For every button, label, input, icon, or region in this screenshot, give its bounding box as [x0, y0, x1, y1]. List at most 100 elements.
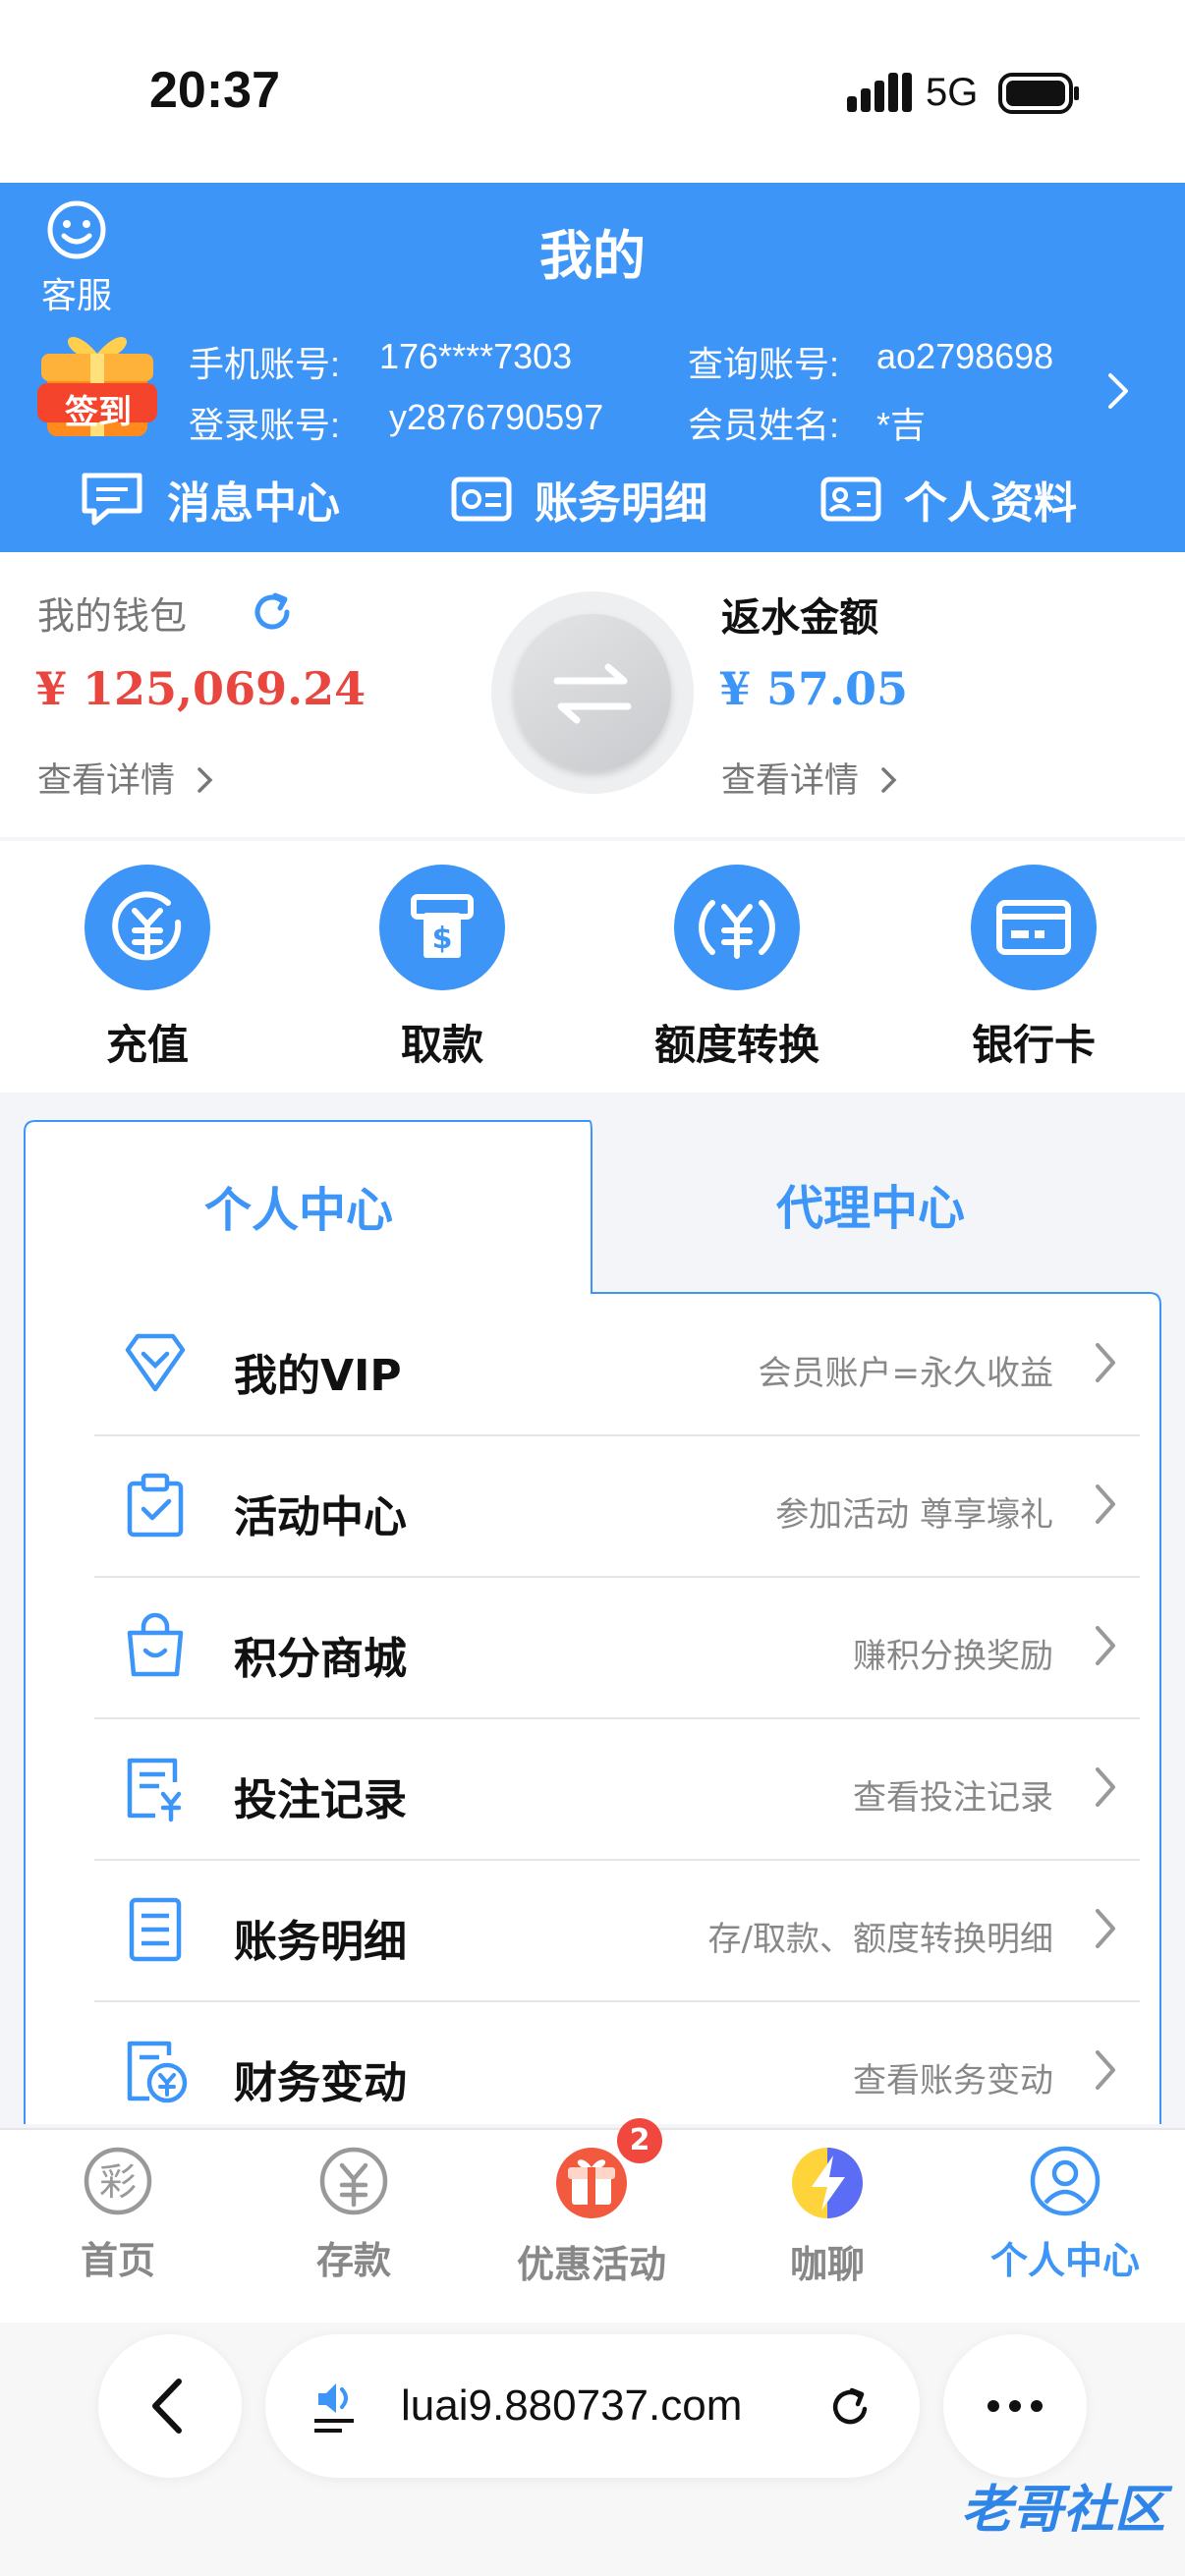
- menu-item-title: 活动中心: [234, 1492, 407, 1542]
- chevron-right-icon: [1096, 1626, 1115, 1665]
- checkin-label: 签到: [65, 393, 132, 432]
- quick-nav-ledger-label: 账务明细: [535, 478, 707, 529]
- bank-card-icon-circle: [971, 865, 1097, 990]
- phone-account-value: 176****7303: [379, 336, 573, 376]
- quick-nav-profile-label: 个人资料: [904, 478, 1077, 529]
- reload-icon[interactable]: [825, 2383, 875, 2433]
- watermark-logo: 老哥社区: [960, 2481, 1165, 2540]
- login-account-value: y2876790597: [389, 397, 604, 437]
- menu-item-account-details[interactable]: 账务明细 存/取款、额度转换明细: [94, 1859, 1140, 2002]
- customer-service-button[interactable]: 客服: [37, 198, 116, 318]
- bottom-nav-home-label: 首页: [80, 2239, 155, 2282]
- shopping-bag-icon: [127, 1612, 184, 1677]
- chevron-right-icon: [198, 767, 213, 793]
- wallet-detail-link[interactable]: 查看详情: [37, 753, 215, 803]
- menu-item-subtitle: 查看投注记录: [853, 1778, 1053, 1818]
- swap-button[interactable]: [491, 591, 694, 794]
- quick-nav-messages[interactable]: 消息中心: [79, 458, 340, 540]
- finance-doc-icon: [127, 2041, 188, 2103]
- bottom-nav-profile-label: 个人中心: [989, 2239, 1140, 2282]
- bottom-nav: 彩 首页 存款 优惠活动 咖聊 个人中心: [0, 2128, 1185, 2324]
- clipboard-check-icon: [127, 1473, 184, 1538]
- member-name-value: *吉: [876, 405, 927, 445]
- profile-header: 我的 客服 签到 手机账号: 176****7303 查询账号: ao27986…: [0, 183, 1185, 552]
- quick-nav-profile[interactable]: 个人资料: [819, 458, 1077, 540]
- menu-item-title: 投注记录: [234, 1775, 407, 1825]
- chevron-left-icon: [152, 2379, 182, 2434]
- checkin-button[interactable]: 签到: [33, 320, 161, 442]
- svg-text:彩: 彩: [99, 2160, 137, 2204]
- menu-item-subtitle: 存/取款、额度转换明细: [707, 1920, 1053, 1959]
- bank-card-label: 银行卡: [971, 1021, 1096, 1069]
- chevron-right-icon: [1096, 1343, 1115, 1382]
- page-title: 我的: [539, 225, 646, 287]
- member-name-label: 会员姓名:: [688, 405, 840, 445]
- gift-icon: [556, 2148, 627, 2218]
- status-bar: 20:37 5G: [0, 0, 1185, 183]
- withdraw-button[interactable]: $ 取款: [324, 865, 560, 1072]
- menu-item-points-mall[interactable]: 积分商城 赚积分换奖励: [94, 1576, 1140, 1719]
- transfer-button[interactable]: 额度转换: [619, 865, 855, 1072]
- query-account-label: 查询账号:: [688, 344, 840, 384]
- menu-item-vip[interactable]: 我的VIP 会员账户=永久收益: [94, 1293, 1140, 1436]
- chevron-right-icon: [1096, 1767, 1115, 1807]
- chevron-right-icon: [1096, 1909, 1115, 1948]
- quick-nav-ledger[interactable]: 账务明细: [450, 458, 707, 540]
- bottom-nav-chat[interactable]: 咖聊: [729, 2144, 926, 2288]
- rebate-amount: ¥ 57.05: [719, 662, 909, 715]
- menu-item-bet-records[interactable]: 投注记录 查看投注记录: [94, 1717, 1140, 1861]
- deposit-button[interactable]: 充值: [29, 865, 265, 1072]
- wallet-title: 我的钱包: [37, 594, 188, 638]
- deposit-icon-circle: [85, 865, 210, 990]
- withdraw-atm-icon: $: [411, 894, 474, 958]
- rebate-detail-label: 查看详情: [721, 761, 860, 801]
- list-doc-icon: [129, 1897, 182, 1962]
- bank-card-icon: [996, 900, 1071, 955]
- svg-text:$: $: [432, 922, 453, 956]
- menu-item-subtitle: 赚积分换奖励: [853, 1637, 1053, 1676]
- rebate-detail-link[interactable]: 查看详情: [721, 753, 899, 803]
- account-chevron-icon[interactable]: [1104, 369, 1132, 417]
- battery-icon: [998, 73, 1081, 118]
- smile-icon: [47, 200, 106, 259]
- swap-arrows-icon: [553, 663, 632, 724]
- profile-card-icon: [820, 476, 881, 522]
- lottery-icon: 彩: [84, 2147, 152, 2215]
- menu-item-activity-center[interactable]: 活动中心 参加活动 尊享壕礼: [94, 1434, 1140, 1578]
- back-button[interactable]: [98, 2334, 242, 2478]
- transfer-yuan-icon: [699, 900, 775, 959]
- user-icon: [1030, 2146, 1100, 2216]
- yuan-icon: [319, 2147, 388, 2215]
- quick-actions: 充值 $ 取款 额度转换 银行卡: [0, 841, 1185, 1092]
- bottom-nav-deposit[interactable]: 存款: [255, 2144, 452, 2284]
- bank-card-button[interactable]: 银行卡: [916, 865, 1152, 1072]
- menu-item-title: 我的VIP: [234, 1351, 402, 1401]
- tab-agent-center[interactable]: 代理中心: [776, 1169, 965, 1238]
- refresh-icon[interactable]: [248, 588, 297, 641]
- deposit-yuan-icon: [112, 891, 182, 961]
- bottom-nav-promotions[interactable]: 优惠活动: [493, 2144, 690, 2288]
- bottom-nav-home[interactable]: 彩 首页: [20, 2144, 216, 2284]
- bet-record-icon: [127, 1758, 182, 1822]
- menu-item-subtitle: 参加活动 尊享壕礼: [775, 1495, 1053, 1535]
- menu-item-title: 积分商城: [234, 1634, 407, 1684]
- wallet-amount: ¥ 125,069.24: [35, 662, 367, 715]
- center-tabs-card: 个人中心 代理中心 我的VIP 会员账户=永久收益 活动中心 参加活动 尊享壕礼: [24, 1120, 1161, 2124]
- menu-list: 我的VIP 会员账户=永久收益 活动中心 参加活动 尊享壕礼 积分商城 赚积分换…: [24, 1293, 1161, 2124]
- chevron-right-icon: [1096, 1484, 1115, 1524]
- login-account-label: 登录账号:: [189, 405, 341, 445]
- bottom-nav-profile[interactable]: 个人中心: [967, 2144, 1163, 2284]
- chevron-right-icon: [881, 767, 897, 793]
- tab-personal-center[interactable]: 个人中心: [204, 1171, 393, 1240]
- menu-item-financial-changes[interactable]: 财务变动 查看账务变动: [94, 2000, 1140, 2124]
- ledger-icon: [451, 476, 512, 522]
- swap-circle: [514, 614, 671, 771]
- address-bar[interactable]: luai9.880737.com: [265, 2334, 920, 2478]
- diamond-icon: [125, 1333, 186, 1392]
- menu-item-subtitle: 查看账务变动: [853, 2061, 1053, 2100]
- more-button[interactable]: [943, 2334, 1087, 2478]
- bottom-nav-chat-label: 咖聊: [789, 2243, 865, 2286]
- more-dots-icon: [988, 2400, 1043, 2412]
- quick-nav: 消息中心 账务明细 个人资料: [0, 458, 1185, 540]
- withdraw-label: 取款: [400, 1021, 483, 1069]
